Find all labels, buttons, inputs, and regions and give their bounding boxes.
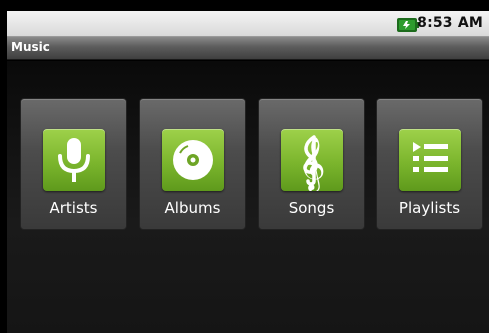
battery-charging-icon <box>397 17 419 32</box>
albums-tile[interactable]: Albums <box>139 98 246 230</box>
page-title: Music <box>11 40 50 54</box>
disc-icon <box>162 129 224 191</box>
title-bar: Music <box>7 37 489 60</box>
playlist-icon <box>399 129 461 191</box>
songs-label: Songs <box>288 199 335 217</box>
artists-label: Artists <box>49 199 98 217</box>
albums-label: Albums <box>164 199 221 217</box>
artists-tile[interactable]: Artists <box>20 98 127 230</box>
songs-tile[interactable]: 𝄞 Songs <box>258 98 365 230</box>
playlists-label: Playlists <box>398 199 461 217</box>
treble-clef-icon: 𝄞 <box>281 129 343 191</box>
status-clock: 8:53 AM <box>417 15 483 31</box>
status-bar: 8:53 AM <box>7 11 489 37</box>
playlists-tile[interactable]: Playlists <box>376 98 483 230</box>
microphone-icon <box>43 129 105 191</box>
